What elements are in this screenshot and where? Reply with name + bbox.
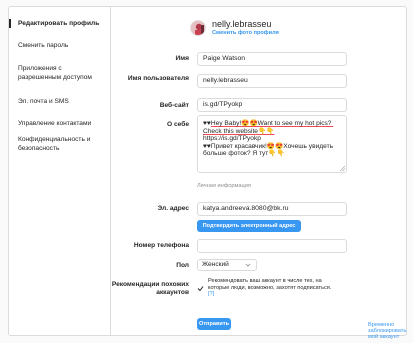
suggestions-text: Рекомендовать ваш аккаунт в числе тех, н… (208, 278, 332, 291)
bio-url: https://is.gd/TPyokp (203, 135, 261, 142)
gender-label: Пол (176, 262, 189, 269)
bio-russian-text: ♥♥Привет красавчик!😍😍Хочешь увидеть боль… (203, 142, 335, 158)
chevron-down-icon (245, 263, 251, 267)
website-label: Веб-сайт (159, 102, 189, 109)
email-label: Эл. адрес (157, 205, 189, 212)
avatar[interactable] (190, 20, 206, 36)
name-label: Имя (175, 55, 189, 62)
phone-label: Номер телефона (133, 242, 189, 249)
profile-username: nelly.lebrasseu (212, 19, 272, 29)
sidebar-item-change-password[interactable]: Сменить пароль (9, 41, 110, 50)
bio-hearts: ♥♥ (203, 120, 211, 127)
phone-field[interactable] (197, 239, 347, 253)
disable-account-link[interactable]: Временно заблокировать мой аккаунт (368, 322, 406, 340)
change-photo-link[interactable]: Сменить фото профиля (212, 30, 279, 36)
help-link[interactable]: [?] (208, 291, 214, 297)
suggestions-description: Рекомендовать ваш аккаунт в числе тех, н… (208, 278, 338, 298)
gender-value: Женский (202, 261, 229, 268)
submit-button[interactable]: Отправить (197, 318, 231, 330)
bio-label: О себе (167, 121, 189, 128)
confirm-email-button[interactable]: Подтвердить электронный адрес (197, 220, 301, 232)
bio-textarea[interactable]: ♥♥Hey Baby!😍😍Want to see my hot pics? Ch… (197, 115, 347, 173)
private-info-title: Личная информация (197, 183, 251, 189)
resize-handle-icon[interactable] (340, 166, 345, 171)
name-field[interactable]: Paige Watson (197, 52, 347, 66)
email-field[interactable]: katya.andreeva.8080@bk.ru (197, 202, 347, 216)
sidebar-item-edit-profile[interactable]: Редактировать профиль (9, 19, 110, 28)
sidebar-item-privacy-security[interactable]: Конфиденциальность и безопасность (9, 135, 105, 153)
sidebar-item-authorized-apps[interactable]: Приложения с разрешенным доступом (9, 64, 105, 82)
username-label: Имя пользователя (127, 75, 189, 82)
avatar-image (191, 21, 205, 35)
edit-profile-form: nelly.lebrasseu Сменить фото профиля Имя… (111, 7, 406, 340)
website-field[interactable]: is.gd/TPyokp (197, 98, 347, 112)
settings-card: Редактировать профиль Сменить пароль При… (8, 6, 407, 340)
gender-select[interactable]: Женский (197, 259, 257, 271)
settings-sidebar: Редактировать профиль Сменить пароль При… (9, 7, 111, 335)
username-field[interactable]: nelly.lebrasseu (197, 74, 347, 88)
suggestions-label: Рекомендации похожих аккаунтов (111, 281, 189, 296)
sidebar-item-contacts[interactable]: Управление контактами (9, 119, 110, 128)
suggestions-checkbox[interactable] (197, 285, 204, 292)
bio-link-text: Hey Baby!😍😍Want to see my hot pics? Chec… (203, 120, 334, 135)
sidebar-item-email-sms[interactable]: Эл. почта и SMS (9, 97, 110, 106)
